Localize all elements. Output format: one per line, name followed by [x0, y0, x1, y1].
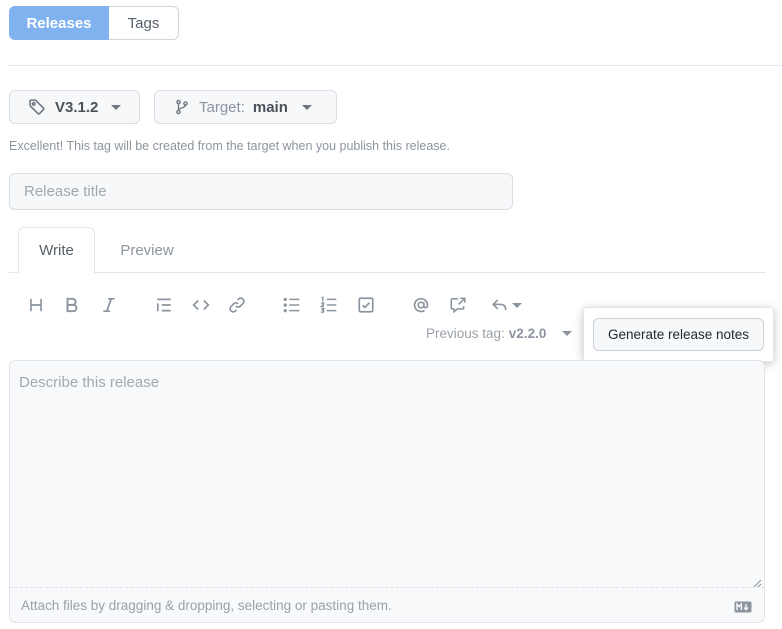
reply-icon[interactable] [489, 293, 523, 317]
target-label: Target: [199, 98, 245, 116]
previous-tag-picker[interactable]: Previous tag: v2.2.0 [426, 326, 573, 341]
link-icon[interactable] [225, 293, 249, 317]
task-list-icon[interactable] [354, 293, 378, 317]
target-picker[interactable]: Target: main [154, 90, 337, 124]
releases-tags-nav: Releases Tags [9, 6, 179, 40]
tag-icon [28, 98, 46, 116]
markdown-icon[interactable] [734, 600, 752, 618]
tags-tab-button[interactable]: Tags [109, 6, 179, 40]
divider [9, 65, 782, 66]
chevron-down-icon [111, 104, 122, 110]
description-textarea[interactable] [9, 360, 765, 588]
cross-reference-icon[interactable] [446, 293, 470, 317]
chevron-down-icon [301, 104, 312, 110]
chevron-down-icon [562, 331, 573, 336]
tag-hint-text: Excellent! This tag will be created from… [9, 139, 450, 153]
bulleted-list-icon[interactable] [280, 293, 304, 317]
generate-release-notes-button[interactable]: Generate release notes [593, 318, 764, 351]
releases-tab-button[interactable]: Releases [9, 6, 109, 40]
previous-tag-value: v2.2.0 [508, 326, 547, 341]
attach-files-hint: Attach files by dragging & dropping, sel… [21, 597, 392, 613]
quote-icon[interactable] [152, 293, 176, 317]
target-value: main [252, 98, 288, 116]
heading-icon[interactable] [24, 293, 48, 317]
attach-files-bar[interactable]: Attach files by dragging & dropping, sel… [10, 587, 764, 622]
tag-value: V3.1.2 [55, 98, 99, 116]
italic-icon[interactable] [97, 293, 121, 317]
tab-write[interactable]: Write [18, 227, 95, 273]
mention-icon[interactable] [409, 293, 433, 317]
bold-icon[interactable] [60, 293, 84, 317]
tab-preview[interactable]: Preview [107, 227, 187, 273]
tag-picker[interactable]: V3.1.2 [9, 90, 140, 124]
chevron-down-icon [511, 302, 522, 308]
release-title-input[interactable] [9, 173, 513, 210]
numbered-list-icon[interactable] [317, 293, 341, 317]
git-branch-icon [174, 98, 190, 116]
previous-tag-label: Previous tag: [426, 326, 505, 341]
code-icon[interactable] [189, 293, 213, 317]
